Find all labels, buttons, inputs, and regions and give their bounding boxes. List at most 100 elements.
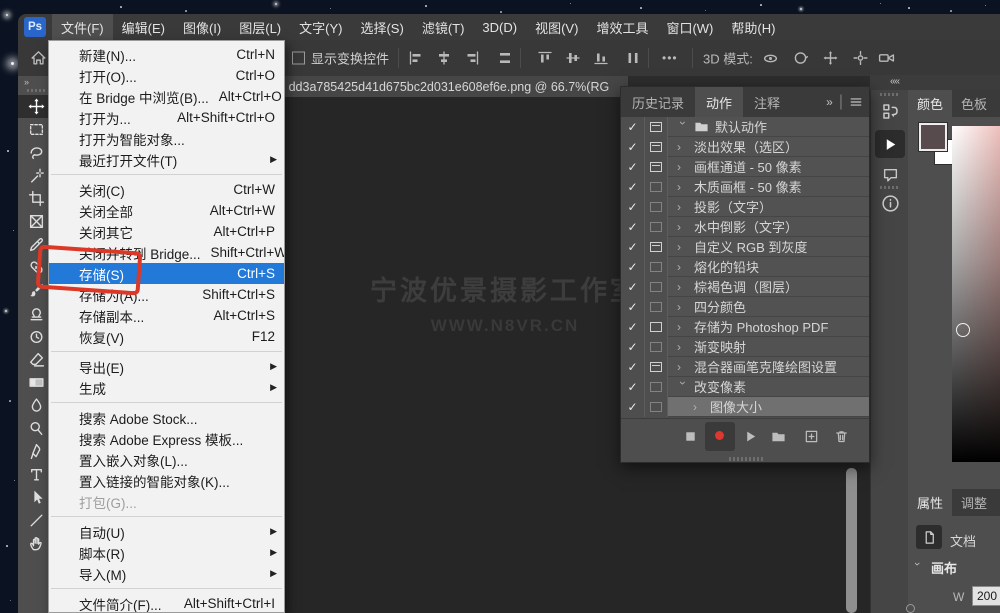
panel-collapse-bar[interactable]: «« <box>870 75 1000 90</box>
expand-arrow-icon[interactable]: › <box>677 220 689 234</box>
action-row[interactable]: ✓›自定义 RGB 到灰度 <box>621 237 869 257</box>
expand-arrow-icon[interactable]: › <box>677 160 689 174</box>
action-row[interactable]: ✓›棕褐色调（图层） <box>621 277 869 297</box>
actions-panel-tab[interactable]: 动作 <box>695 87 743 117</box>
file-menu-item[interactable]: 关闭并转到 Bridge...Shift+Ctrl+W <box>49 242 284 263</box>
file-menu-item[interactable]: 在 Bridge 中浏览(B)...Alt+Ctrl+O <box>49 86 284 107</box>
action-row[interactable]: ✓›默认动作 <box>621 117 869 137</box>
file-menu-item[interactable]: 新建(N)...Ctrl+N <box>49 44 284 65</box>
dialog-toggle[interactable] <box>645 157 668 177</box>
action-row[interactable]: ✓ ›画框通道 - 50 像素 <box>621 157 869 177</box>
action-row[interactable]: ✓ ›渐变映射 <box>621 337 869 357</box>
dialog-toggle[interactable] <box>645 117 668 137</box>
dialog-toggle[interactable] <box>645 337 668 357</box>
delete-icon[interactable] <box>834 429 849 449</box>
file-menu-item[interactable]: 恢复(V)F12 <box>49 326 284 347</box>
collapse-panels-icon[interactable]: «« <box>890 76 899 87</box>
action-row[interactable]: ✓›改变像素 <box>621 377 869 397</box>
file-menu-item[interactable]: 最近打开文件(T)▶ <box>49 149 284 170</box>
action-toggle[interactable]: ✓ <box>621 177 645 197</box>
collapse-arrow-icon[interactable]: › <box>676 121 690 133</box>
expand-arrow-icon[interactable]: › <box>677 280 689 294</box>
action-row[interactable]: ✓›水中倒影（文字） <box>621 217 869 237</box>
photoshop-logo[interactable]: Ps <box>24 17 46 37</box>
action-row-main[interactable]: ›存储为 Photoshop PDF <box>668 317 869 337</box>
expand-arrow-icon[interactable]: › <box>677 320 689 334</box>
file-menu-item[interactable]: 关闭(C)Ctrl+W <box>49 179 284 200</box>
action-toggle[interactable]: ✓ <box>621 157 645 177</box>
file-menu-item[interactable]: 搜索 Adobe Stock... <box>49 407 284 428</box>
expand-arrow-icon[interactable]: › <box>677 240 689 254</box>
toolbar-grip[interactable] <box>27 89 47 92</box>
action-row[interactable]: ✓›混合器画笔克隆绘图设置 <box>621 357 869 377</box>
align-middle-v-icon[interactable] <box>565 50 581 66</box>
action-row-main[interactable]: ›投影（文字） <box>668 197 869 217</box>
dialog-toggle[interactable] <box>645 257 668 277</box>
distribute-h-icon[interactable] <box>497 50 513 66</box>
action-row[interactable]: ✓ ›熔化的铅块 <box>621 257 869 277</box>
menubar-item-2[interactable]: 编辑(E) <box>113 14 174 41</box>
dialog-toggle[interactable] <box>645 297 668 317</box>
action-row-main[interactable]: ›渐变映射 <box>668 337 869 357</box>
menubar-item-5[interactable]: 文字(Y) <box>290 14 351 41</box>
file-menu-item[interactable]: 导出(E)▶ <box>49 356 284 377</box>
new-action-icon[interactable] <box>804 429 819 449</box>
action-row-main[interactable]: ›图像大小 <box>668 397 869 417</box>
action-toggle[interactable]: ✓ <box>621 377 645 397</box>
dock-grip[interactable] <box>880 93 900 96</box>
action-row-main[interactable]: ›熔化的铅块 <box>668 257 869 277</box>
dialog-toggle[interactable] <box>645 217 668 237</box>
history-panel-icon[interactable] <box>871 102 909 121</box>
align-center-h-icon[interactable] <box>436 50 452 66</box>
file-menu-item[interactable]: 置入嵌入对象(L)... <box>49 449 284 470</box>
panel-resize-grip[interactable] <box>729 457 763 461</box>
dialog-toggle[interactable] <box>645 197 668 217</box>
action-row-main[interactable]: ›自定义 RGB 到灰度 <box>668 237 869 257</box>
file-menu-item[interactable]: 文件简介(F)...Alt+Shift+Ctrl+I <box>49 593 284 613</box>
color-panel-tab[interactable]: 色板 <box>952 90 996 117</box>
action-toggle[interactable]: ✓ <box>621 317 645 337</box>
file-menu-item[interactable]: 关闭其它Alt+Ctrl+P <box>49 221 284 242</box>
action-toggle[interactable]: ✓ <box>621 257 645 277</box>
expand-panels-icon[interactable]: » <box>826 95 833 109</box>
3d-roll-icon[interactable] <box>792 50 809 67</box>
action-toggle[interactable]: ✓ <box>621 137 645 157</box>
action-toggle[interactable]: ✓ <box>621 277 645 297</box>
actions-panel-tab[interactable]: 注释 <box>743 87 791 117</box>
file-menu-item[interactable]: 存储为(A)...Shift+Ctrl+S <box>49 284 284 305</box>
folder-icon[interactable] <box>771 429 786 449</box>
dock-grip[interactable] <box>880 186 900 189</box>
play-icon[interactable] <box>743 429 758 449</box>
properties-panel-tab[interactable]: 属性 <box>908 489 952 516</box>
info-panel-icon[interactable] <box>871 194 909 213</box>
expand-arrow-icon[interactable]: › <box>693 400 705 414</box>
file-menu-item[interactable]: 自动(U)▶ <box>49 521 284 542</box>
color-gradient-field[interactable] <box>952 126 1000 462</box>
properties-panel-tab[interactable]: 调整 <box>952 489 996 516</box>
file-menu-item[interactable]: 打开(O)...Ctrl+O <box>49 65 284 86</box>
comments-panel-icon[interactable] <box>871 166 909 183</box>
link-dimensions-icon[interactable] <box>906 604 915 613</box>
file-menu-item[interactable]: 打开为...Alt+Shift+Ctrl+O <box>49 107 284 128</box>
file-menu-item[interactable]: 打开为智能对象... <box>49 128 284 149</box>
file-menu-item[interactable]: 关闭全部Alt+Ctrl+W <box>49 200 284 221</box>
expand-arrow-icon[interactable]: › <box>677 180 689 194</box>
file-menu-item[interactable]: 脚本(R)▶ <box>49 542 284 563</box>
expand-arrow-icon[interactable]: › <box>677 260 689 274</box>
3d-slide-icon[interactable] <box>852 50 869 67</box>
width-input[interactable]: 200 <box>972 586 1000 606</box>
action-toggle[interactable]: ✓ <box>621 337 645 357</box>
dialog-toggle[interactable] <box>645 237 668 257</box>
menubar-item-4[interactable]: 图层(L) <box>230 14 290 41</box>
panel-menu-icon[interactable] <box>849 95 863 109</box>
color-picker-handle[interactable] <box>956 323 970 337</box>
document-tab[interactable]: × dd3a785425d41d675bc2d031e608ef6e.png @… <box>262 76 628 97</box>
expand-arrow-icon[interactable]: › <box>677 300 689 314</box>
action-toggle[interactable]: ✓ <box>621 357 645 377</box>
expand-arrow-icon[interactable]: › <box>677 200 689 214</box>
action-row-main[interactable]: ›淡出效果（选区） <box>668 137 869 157</box>
3d-orbit-icon[interactable] <box>762 50 779 67</box>
actions-panel-icon[interactable] <box>875 130 905 158</box>
action-row-main[interactable]: ›画框通道 - 50 像素 <box>668 157 869 177</box>
foreground-color-swatch[interactable] <box>919 123 947 151</box>
